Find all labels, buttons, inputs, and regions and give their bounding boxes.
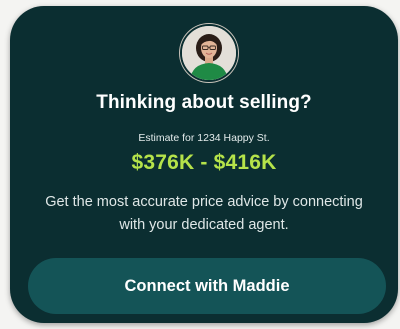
estimate-label: Estimate for 1234 Happy St. [138, 132, 270, 144]
connect-agent-button[interactable]: Connect with Maddie [28, 258, 386, 314]
selling-promo-card: Thinking about selling? Estimate for 123… [10, 6, 398, 323]
promo-title: Thinking about selling? [96, 92, 312, 113]
promo-description: Get the most accurate price advice by co… [45, 194, 363, 233]
price-range: $376K - $416K [131, 151, 277, 174]
agent-avatar [180, 24, 238, 82]
agent-photo-icon [182, 26, 236, 80]
